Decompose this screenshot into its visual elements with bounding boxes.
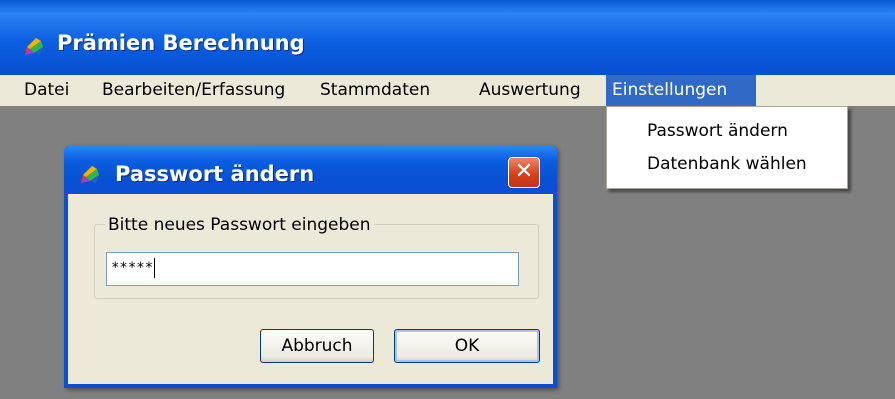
password-group-label: Bitte neues Passwort eingeben bbox=[105, 215, 374, 235]
menu-auswertung[interactable]: Auswertung bbox=[473, 75, 587, 106]
close-icon: ✕ bbox=[514, 159, 534, 184]
menu-bearbeiten-erfassung[interactable]: Bearbeiten/Erfassung bbox=[96, 75, 291, 106]
ok-button[interactable]: OK bbox=[394, 329, 540, 363]
main-title-bar[interactable]: Prämien Berechnung bbox=[0, 0, 895, 75]
close-button[interactable]: ✕ bbox=[508, 157, 540, 188]
dialog-title: Passwort ändern bbox=[115, 162, 315, 186]
dropdown-item-passwort-aendern[interactable]: Passwort ändern bbox=[647, 121, 788, 141]
dialog-title-bar[interactable]: Passwort ändern ✕ bbox=[64, 145, 557, 188]
password-value: ***** bbox=[111, 260, 154, 276]
app-colorful-icon bbox=[81, 166, 99, 183]
menu-datei[interactable]: Datei bbox=[18, 75, 75, 106]
dialog-body: Bitte neues Passwort eingeben ***** Abbr… bbox=[68, 194, 553, 384]
main-window: Prämien Berechnung Datei Bearbeiten/Erfa… bbox=[0, 0, 895, 399]
menu-bar: Datei Bearbeiten/Erfassung Stammdaten Au… bbox=[0, 75, 895, 106]
menu-einstellungen[interactable]: Einstellungen bbox=[606, 75, 756, 106]
dropdown-item-datenbank-waehlen[interactable]: Datenbank wählen bbox=[647, 154, 807, 174]
menu-stammdaten[interactable]: Stammdaten bbox=[314, 75, 436, 106]
cancel-button[interactable]: Abbruch bbox=[260, 329, 374, 363]
app-title: Prämien Berechnung bbox=[57, 31, 305, 55]
password-input[interactable]: ***** bbox=[106, 252, 519, 286]
app-colorful-icon bbox=[25, 38, 43, 55]
text-caret bbox=[154, 258, 156, 278]
einstellungen-dropdown: Passwort ändern Datenbank wählen bbox=[606, 106, 848, 189]
password-dialog: Passwort ändern ✕ Bitte neues Passwort e… bbox=[64, 145, 557, 388]
